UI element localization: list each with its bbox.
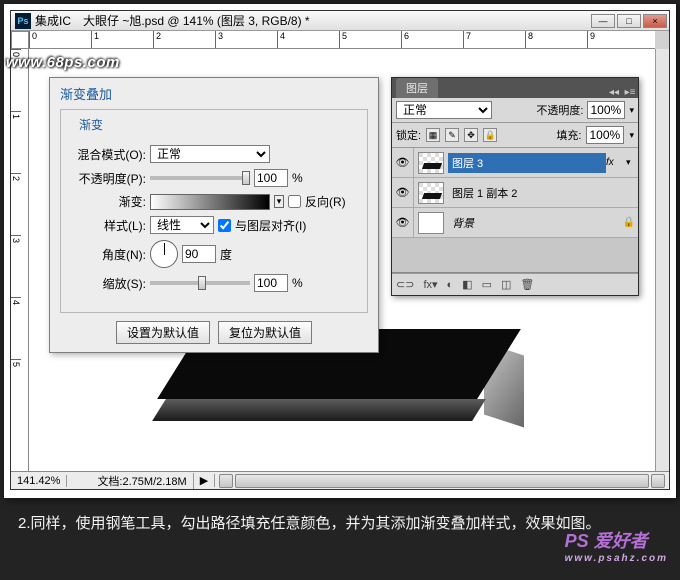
- window-title: 集成IC 大眼仔 ~旭.psd @ 141% (图层 3, RGB/8) *: [35, 12, 310, 29]
- layer-blend-select[interactable]: 正常: [396, 101, 492, 119]
- visibility-icon[interactable]: 👁: [392, 178, 414, 207]
- layers-panel: 图层 ◂◂ ▸≡ 正常 不透明度: ▾ 锁定: ▦ ✎ ✥ 🔒 填充:: [391, 77, 639, 296]
- lock-move-icon[interactable]: ✥: [464, 128, 478, 142]
- panel-collapse-icon[interactable]: ◂◂: [606, 87, 622, 98]
- lock-label: 锁定:: [396, 127, 421, 143]
- layer-row[interactable]: 👁 图层 1 副本 2: [392, 178, 638, 208]
- reverse-label: 反向(R): [305, 193, 346, 210]
- ruler-corner: [11, 31, 29, 49]
- ruler-vertical[interactable]: 0 1 2 3 4 5: [11, 49, 29, 471]
- angle-label: 角度(N):: [71, 246, 146, 263]
- zoom-level[interactable]: 141.42%: [11, 475, 67, 487]
- lock-transparent-icon[interactable]: ▦: [426, 128, 440, 142]
- layer-name[interactable]: 背景: [448, 213, 620, 233]
- chevron-down-icon[interactable]: ▾: [626, 157, 638, 168]
- dialog-title: 渐变叠加: [50, 78, 378, 105]
- reset-default-button[interactable]: 复位为默认值: [218, 321, 312, 344]
- gradient-picker[interactable]: [150, 194, 270, 210]
- blend-mode-label: 混合模式(O):: [71, 146, 146, 163]
- panel-menu-icon[interactable]: ▸≡: [622, 87, 638, 98]
- layers-footer: ⊂⊃ fx▾ ◐ ◧ ▭ ◫ 🗑: [392, 273, 638, 295]
- set-default-button[interactable]: 设置为默认值: [116, 321, 210, 344]
- layer-name[interactable]: 图层 1 副本 2: [448, 183, 638, 203]
- opacity-slider[interactable]: [150, 176, 250, 180]
- visibility-icon[interactable]: 👁: [392, 148, 414, 177]
- fx-indicator[interactable]: fx: [606, 157, 626, 168]
- ruler-horizontal[interactable]: 0 1 2 3 4 5 6 7 8 9: [29, 31, 655, 49]
- scroll-left-button[interactable]: [219, 474, 233, 488]
- layer-opacity-input[interactable]: [587, 101, 625, 119]
- reverse-checkbox[interactable]: [288, 195, 301, 208]
- photoshop-window: Ps 集成IC 大眼仔 ~旭.psd @ 141% (图层 3, RGB/8) …: [10, 10, 670, 490]
- caption-text: 2.同样，使用钢笔工具，勾出路径填充任意颜色，并为其添加渐变叠加样式，效果如图。: [18, 510, 662, 539]
- scale-label: 缩放(S):: [71, 275, 146, 292]
- blend-mode-select[interactable]: 正常: [150, 145, 270, 163]
- new-layer-icon[interactable]: ◫: [501, 278, 511, 291]
- layer-row[interactable]: 👁 图层 3 fx ▾: [392, 148, 638, 178]
- opacity-input[interactable]: [254, 169, 288, 187]
- visibility-icon[interactable]: 👁: [392, 208, 414, 237]
- horizontal-scrollbar[interactable]: [235, 474, 649, 488]
- scale-slider[interactable]: [150, 281, 250, 285]
- mask-icon[interactable]: ◐: [447, 279, 454, 291]
- gradient-label: 渐变:: [71, 193, 146, 210]
- gradient-overlay-dialog: 渐变叠加 渐变 混合模式(O): 正常 不透明度(P): % 渐变: ▾ 反向(…: [49, 77, 379, 353]
- app-icon: Ps: [15, 13, 31, 29]
- lock-all-icon[interactable]: 🔒: [483, 128, 497, 142]
- layer-thumb[interactable]: [418, 152, 444, 174]
- align-label: 与图层对齐(I): [235, 217, 306, 234]
- style-select[interactable]: 线性: [150, 216, 214, 234]
- scale-input[interactable]: [254, 274, 288, 292]
- link-icon[interactable]: ⊂⊃: [396, 278, 414, 291]
- fill-label: 填充:: [556, 127, 581, 143]
- align-checkbox[interactable]: [218, 219, 231, 232]
- vertical-scrollbar[interactable]: [655, 49, 669, 471]
- style-label: 样式(L):: [71, 217, 146, 234]
- watermark: www.68ps.com: [6, 54, 120, 71]
- fx-icon[interactable]: fx▾: [423, 278, 437, 291]
- angle-dial[interactable]: [150, 240, 178, 268]
- angle-input[interactable]: [182, 245, 216, 263]
- title-bar: Ps 集成IC 大眼仔 ~旭.psd @ 141% (图层 3, RGB/8) …: [11, 11, 669, 31]
- chevron-down-icon[interactable]: ▾: [629, 105, 634, 116]
- doc-size: 文档:2.75M/2.18M: [91, 473, 193, 489]
- lock-brush-icon[interactable]: ✎: [445, 128, 459, 142]
- scroll-right-button[interactable]: [651, 474, 665, 488]
- maximize-button[interactable]: □: [617, 14, 641, 28]
- opacity-label: 不透明度(P):: [71, 170, 146, 187]
- gradient-dropdown-icon[interactable]: ▾: [274, 195, 284, 208]
- close-button[interactable]: ×: [643, 14, 667, 28]
- lock-icon: 🔒: [620, 217, 638, 228]
- group-icon[interactable]: ▭: [482, 278, 492, 291]
- fill-input[interactable]: [586, 126, 624, 144]
- layer-row[interactable]: 👁 背景 🔒: [392, 208, 638, 238]
- minimize-button[interactable]: —: [591, 14, 615, 28]
- status-bar: 141.42% 文档:2.75M/2.18M ▶: [11, 471, 669, 489]
- layer-list: 👁 图层 3 fx ▾ 👁 图层 1 副本 2 👁 背景 🔒: [392, 148, 638, 273]
- chevron-down-icon[interactable]: ▾: [629, 130, 634, 141]
- status-arrow[interactable]: ▶: [194, 474, 215, 487]
- layer-name[interactable]: 图层 3: [448, 153, 606, 173]
- adjustment-icon[interactable]: ◧: [462, 278, 472, 291]
- trash-icon[interactable]: 🗑: [520, 278, 534, 291]
- layer-opacity-label: 不透明度:: [536, 102, 583, 118]
- layers-tab[interactable]: 图层: [396, 78, 438, 98]
- fieldset-title: 渐变: [75, 116, 107, 133]
- layer-thumb[interactable]: [418, 182, 444, 204]
- layer-thumb[interactable]: [418, 212, 444, 234]
